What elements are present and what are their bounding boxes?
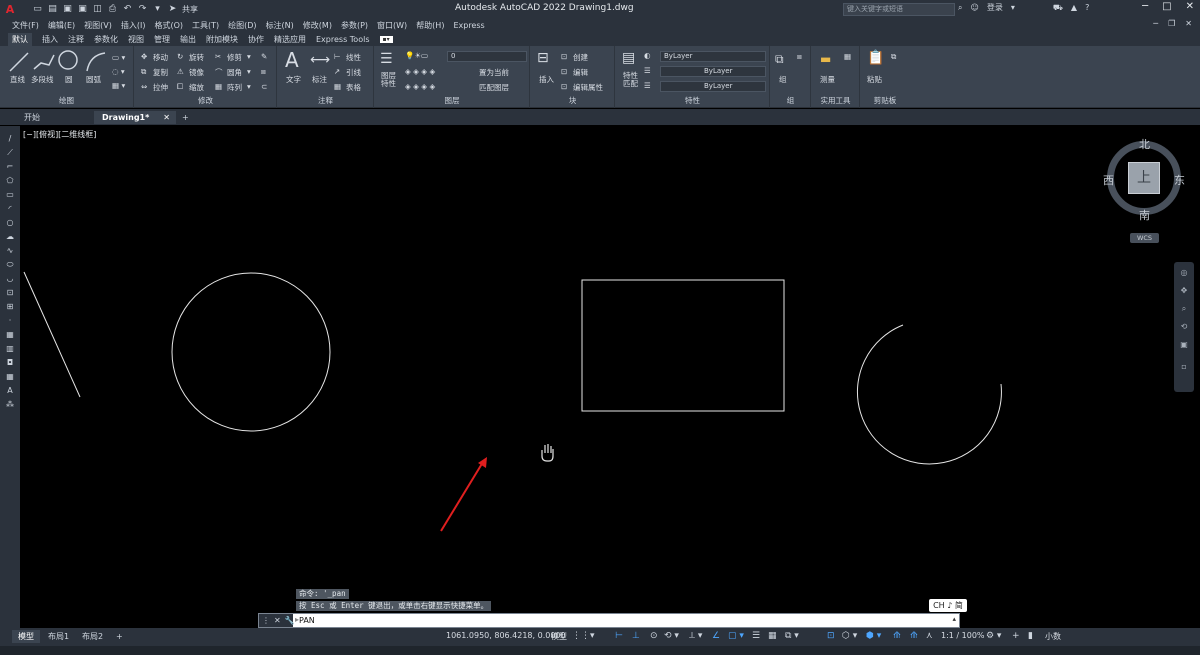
layout-tab-1[interactable]: 布局1 bbox=[42, 630, 75, 643]
command-line[interactable]: ⋮ ✕ 🔧 ▸ PAN ▴ bbox=[258, 613, 960, 628]
command-history-line-1: 命令: '_pan bbox=[296, 589, 349, 599]
annotation-scale-icon-2[interactable]: ⋏ bbox=[926, 631, 933, 641]
compass-north[interactable]: 北 bbox=[1139, 136, 1150, 152]
command-input[interactable]: PAN bbox=[299, 615, 315, 626]
command-line-controls: ⋮ ✕ 🔧 bbox=[259, 614, 295, 627]
polar-tracking-icon[interactable]: ⟲ ▾ bbox=[664, 631, 679, 641]
wcs-menu[interactable]: WCS bbox=[1130, 233, 1159, 243]
customize-icon[interactable]: 🔧 bbox=[285, 616, 295, 625]
drawing-canvas bbox=[23, 271, 1002, 532]
workspace-gear-icon[interactable]: ⚙ ▾ bbox=[986, 631, 1001, 641]
object-snap-icon[interactable]: ▢ ▾ bbox=[728, 631, 744, 641]
drawn-circle bbox=[171, 272, 331, 432]
cursor-coordinates[interactable]: 1061.0950, 806.4218, 0.0000 bbox=[446, 631, 566, 640]
gizmo-icon[interactable]: ⬡ ▾ bbox=[842, 631, 857, 641]
bottom-strip bbox=[0, 646, 1200, 655]
dynamic-input-icon[interactable]: ⊥ bbox=[632, 631, 640, 641]
command-grip-icon[interactable]: ⋮ bbox=[262, 616, 270, 625]
full-navigation-wheel-icon[interactable]: ◎ bbox=[1179, 268, 1189, 278]
compass-south[interactable]: 南 bbox=[1139, 207, 1150, 223]
showmotion-icon[interactable]: ▣ bbox=[1179, 340, 1189, 350]
isodraft-icon[interactable]: ⟂ ▾ bbox=[689, 631, 702, 641]
navbar-close-icon[interactable]: ▫ bbox=[1179, 362, 1189, 372]
layout-tab-model[interactable]: 模型 bbox=[12, 630, 40, 643]
annotation-scale-icon[interactable]: ⟰ bbox=[893, 631, 901, 641]
annotation-arrow bbox=[440, 461, 484, 532]
transparency-icon[interactable]: ▦ bbox=[768, 631, 777, 641]
grid-icon[interactable]: ⋮⋮ bbox=[572, 631, 590, 641]
selection-cycling-icon[interactable]: ⧉ ▾ bbox=[785, 631, 799, 641]
status-bar: 模型 布局1 布局2 + bbox=[0, 628, 1200, 646]
infer-constraints-icon[interactable]: ⊢ bbox=[615, 631, 623, 641]
command-close-icon[interactable]: ✕ bbox=[274, 616, 281, 625]
layout-tab-2[interactable]: 布局2 bbox=[76, 630, 109, 643]
lineweight-toggle-icon[interactable]: ☰ bbox=[752, 631, 760, 641]
command-history-dropdown-icon[interactable]: ▴ bbox=[952, 615, 956, 623]
object-snap-tracking-icon[interactable]: ∠ bbox=[712, 631, 720, 641]
ime-indicator[interactable]: CH ♪ 简 bbox=[929, 599, 967, 612]
annotation-monitor-icon[interactable]: + bbox=[1012, 631, 1020, 641]
snap-dropdown-icon[interactable]: ▾ bbox=[590, 631, 595, 641]
compass-east[interactable]: 东 bbox=[1174, 172, 1185, 188]
zoom-extents-icon[interactable]: ⌕ bbox=[1179, 304, 1189, 314]
pan-hand-cursor-icon bbox=[541, 444, 554, 462]
model-space-toggle[interactable]: 模型 bbox=[551, 631, 567, 642]
selection-filter-icon[interactable]: ⊡ bbox=[827, 631, 835, 641]
units-icon[interactable]: ▮ bbox=[1028, 631, 1033, 641]
drawn-line bbox=[23, 271, 81, 398]
units-decimal[interactable]: 小数 bbox=[1045, 631, 1061, 642]
annotation-visibility-icon[interactable]: ⬢ ▾ bbox=[866, 631, 881, 641]
compass-west[interactable]: 西 bbox=[1103, 172, 1114, 188]
orbit-icon[interactable]: ⟲ bbox=[1179, 322, 1189, 332]
pan-nav-icon[interactable]: ✥ bbox=[1179, 286, 1189, 296]
command-history-line-2: 按 Esc 或 Enter 键退出，或单击右键显示快捷菜单。 bbox=[296, 601, 492, 611]
ortho-icon[interactable]: ⊙ bbox=[650, 631, 658, 641]
viewcube-top-face[interactable]: 上 bbox=[1128, 162, 1160, 194]
drawn-arc bbox=[856, 324, 1002, 465]
navigation-bar: ◎ ✥ ⌕ ⟲ ▣ ▫ bbox=[1174, 262, 1194, 392]
annotation-scale-value[interactable]: 1:1 / 100% bbox=[941, 631, 985, 640]
auto-scale-icon[interactable]: ⟰ bbox=[910, 631, 918, 641]
add-layout-button[interactable]: + bbox=[110, 630, 129, 643]
drawn-rectangle bbox=[581, 279, 785, 412]
